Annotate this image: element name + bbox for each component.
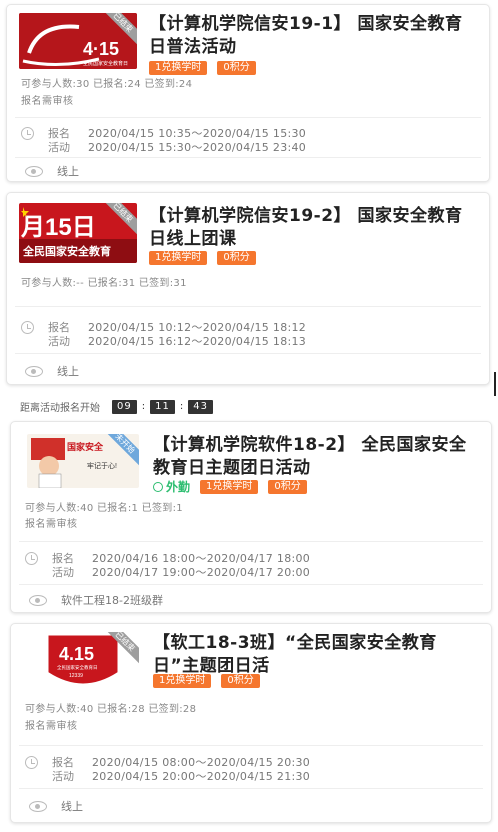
hours-tag: 1兑换学时 [149,251,208,265]
countdown-label: 距离活动报名开始 [20,403,100,414]
poster-sub-text: 牢记于心! [87,461,117,470]
activity-time-row: 活动 2020/04/15 16:12～2020/04/15 18:13 [21,333,306,349]
participation-stats: 可参与人数:40 已报名:1 已签到:1 [25,503,183,514]
poster-big-text: 4·15 [83,39,119,59]
activity-time-row: 活动 2020/04/15 20:00～2020/04/15 21:30 [25,768,310,784]
points-tag: 0积分 [217,61,256,75]
divider [19,788,483,789]
divider [19,541,483,542]
location-icon [29,800,47,812]
divider [15,157,481,158]
location-row: 线上 [25,163,79,179]
poster-big-text: 4.15 [59,644,94,664]
activity-time: 2020/04/15 15:30～2020/04/15 23:40 [88,141,307,154]
activity-title[interactable]: 【软工18-3班】“全民国家安全教育日”主题团日活 [153,632,483,678]
activity-time-row: 活动 2020/04/17 19:00～2020/04/17 20:00 [25,564,310,580]
countdown-seconds: 43 [188,399,213,414]
tag-group: 1兑换学时 0积分 [153,674,260,688]
tag-group: 外勤 1兑换学时 0积分 [153,478,307,495]
clock-icon [21,126,34,140]
hours-tag: 1兑换学时 [153,674,212,688]
review-note: 报名需审核 [25,721,78,732]
points-tag: 0积分 [268,479,307,494]
activity-label: 活动 [48,335,70,348]
participation-stats: 可参与人数:40 已报名:28 已签到:28 [25,704,197,715]
activity-time-row: 活动 2020/04/15 15:30～2020/04/15 23:40 [21,139,306,155]
tag-group: 1兑换学时 0积分 [149,61,256,75]
activity-time: 2020/04/15 16:12～2020/04/15 18:13 [88,335,307,348]
activity-label: 活动 [52,770,74,783]
location-row: 线上 [29,798,83,814]
activity-time: 2020/04/15 20:00～2020/04/15 21:30 [92,770,311,783]
divider [15,117,481,118]
clock-icon [25,551,38,565]
poster-sub-text: 全民国家安全教育日 [83,60,128,67]
location-text: 线上 [61,800,83,813]
clock-icon [21,320,34,334]
points-tag: 0积分 [221,674,260,688]
activity-card[interactable]: 4.15 全民国家安全教育日 12339 已结束 【软工18-3班】“全民国家安… [10,623,492,823]
location-icon [25,365,43,377]
divider [15,306,481,307]
tag-group: 1兑换学时 0积分 [149,251,256,265]
participation-stats: 可参与人数:-- 已报名:31 已签到:31 [21,278,187,289]
activity-time: 2020/04/17 19:00～2020/04/17 20:00 [92,566,311,579]
clock-icon [25,755,38,769]
location-icon [25,165,43,177]
hours-tag: 1兑换学时 [200,479,259,494]
activity-title[interactable]: 【计算机学院信安19-1】 国家安全教育日普法活动 [149,13,479,59]
activity-thumbnail: 月15日 全民国家安全教育 已结束 [19,203,137,263]
activity-label: 活动 [52,566,74,579]
divider [19,745,483,746]
poster-sub-text-2: 12339 [69,673,83,679]
location-text: 线上 [57,365,79,378]
activity-thumbnail: 4.15 全民国家安全教育日 12339 已结束 [27,632,139,694]
text-cursor [494,372,496,396]
person-icon [153,481,163,492]
activity-card[interactable]: 月15日 全民国家安全教育 已结束 【计算机学院信安19-2】 国家安全教育日线… [6,192,490,385]
divider [15,353,481,354]
activity-card[interactable]: 国家安全 牢记于心! 未开始 【计算机学院软件18-2】 全民国家安全教育日主题… [10,421,492,613]
countdown-minutes: 11 [150,399,175,414]
review-note: 报名需审核 [21,96,74,107]
location-text: 线上 [57,165,79,178]
outwork-badge: 外勤 [153,478,190,495]
activity-thumbnail: 4·15 全民国家安全教育日 已结束 [19,13,137,69]
location-text: 软件工程18-2班级群 [61,594,163,607]
activity-title[interactable]: 【计算机学院软件18-2】 全民国家安全教育日主题团日活动 [153,434,483,480]
hours-tag: 1兑换学时 [149,61,208,75]
countdown-separator: : [141,401,146,412]
countdown-hours: 09 [112,399,137,414]
points-tag: 0积分 [217,251,256,265]
poster-big-text: 月15日 [20,214,96,241]
location-row: 线上 [25,363,79,379]
activity-thumbnail: 国家安全 牢记于心! 未开始 [27,434,139,488]
poster-sub-text: 全民国家安全教育日 [57,664,98,671]
activity-title[interactable]: 【计算机学院信安19-2】 国家安全教育日线上团课 [149,205,479,251]
poster-sub-text: 全民国家安全教育 [22,244,111,258]
activity-card[interactable]: 4·15 全民国家安全教育日 已结束 【计算机学院信安19-1】 国家安全教育日… [6,4,490,182]
countdown-separator: : [179,401,184,412]
signup-countdown: 距离活动报名开始 09 : 11 : 43 [20,399,215,414]
location-icon [29,594,47,606]
divider [19,584,483,585]
location-row: 软件工程18-2班级群 [29,592,163,608]
review-note: 报名需审核 [25,519,78,530]
activity-label: 活动 [48,141,70,154]
poster-big-text: 国家安全 [67,441,104,452]
outwork-label: 外勤 [166,480,191,494]
participation-stats: 可参与人数:30 已报名:24 已签到:24 [21,79,193,90]
